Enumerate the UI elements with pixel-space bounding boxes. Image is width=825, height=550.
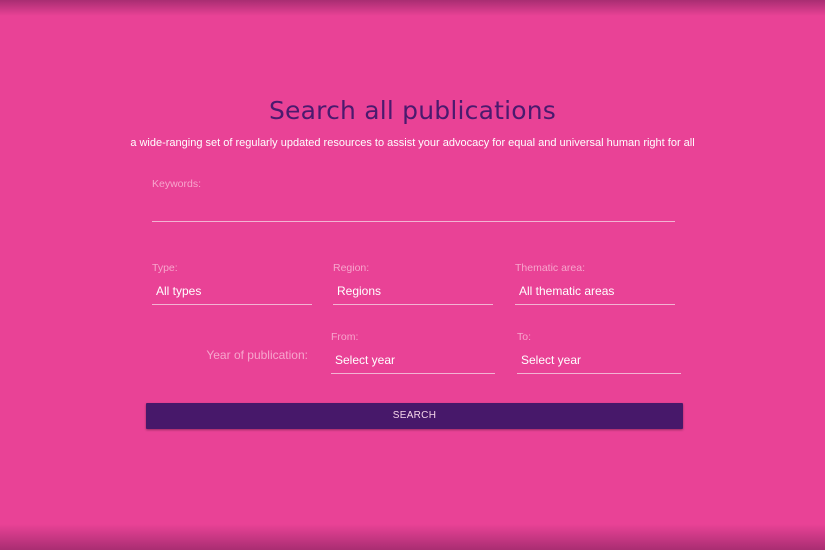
type-label: Type: bbox=[152, 262, 178, 274]
year-to-label: To: bbox=[517, 331, 532, 343]
year-from-label: From: bbox=[331, 331, 359, 343]
year-from-selected-value: Select year bbox=[335, 353, 396, 367]
year-to-select[interactable]: Select year bbox=[517, 349, 681, 374]
keywords-input[interactable] bbox=[152, 197, 675, 222]
search-button[interactable]: SEARCH bbox=[146, 403, 683, 429]
type-select[interactable]: All types bbox=[152, 280, 312, 305]
keywords-label: Keywords: bbox=[152, 178, 202, 190]
region-selected-value: Regions bbox=[337, 284, 382, 298]
thematic-area-select[interactable]: All thematic areas bbox=[515, 280, 675, 305]
thematic-area-label: Thematic area: bbox=[515, 262, 586, 274]
top-shadow bbox=[0, 0, 825, 16]
page-title: Search all publications bbox=[268, 96, 557, 125]
type-selected-value: All types bbox=[156, 284, 202, 298]
year-to-selected-value: Select year bbox=[521, 353, 582, 367]
page-subtitle: a wide-ranging set of regularly updated … bbox=[130, 137, 695, 149]
year-from-select[interactable]: Select year bbox=[331, 349, 495, 374]
bottom-shadow bbox=[0, 524, 825, 550]
year-of-publication-label: Year of publication: bbox=[206, 348, 308, 362]
region-select[interactable]: Regions bbox=[333, 280, 493, 305]
thematic-area-selected-value: All thematic areas bbox=[519, 284, 615, 298]
region-label: Region: bbox=[333, 262, 370, 274]
